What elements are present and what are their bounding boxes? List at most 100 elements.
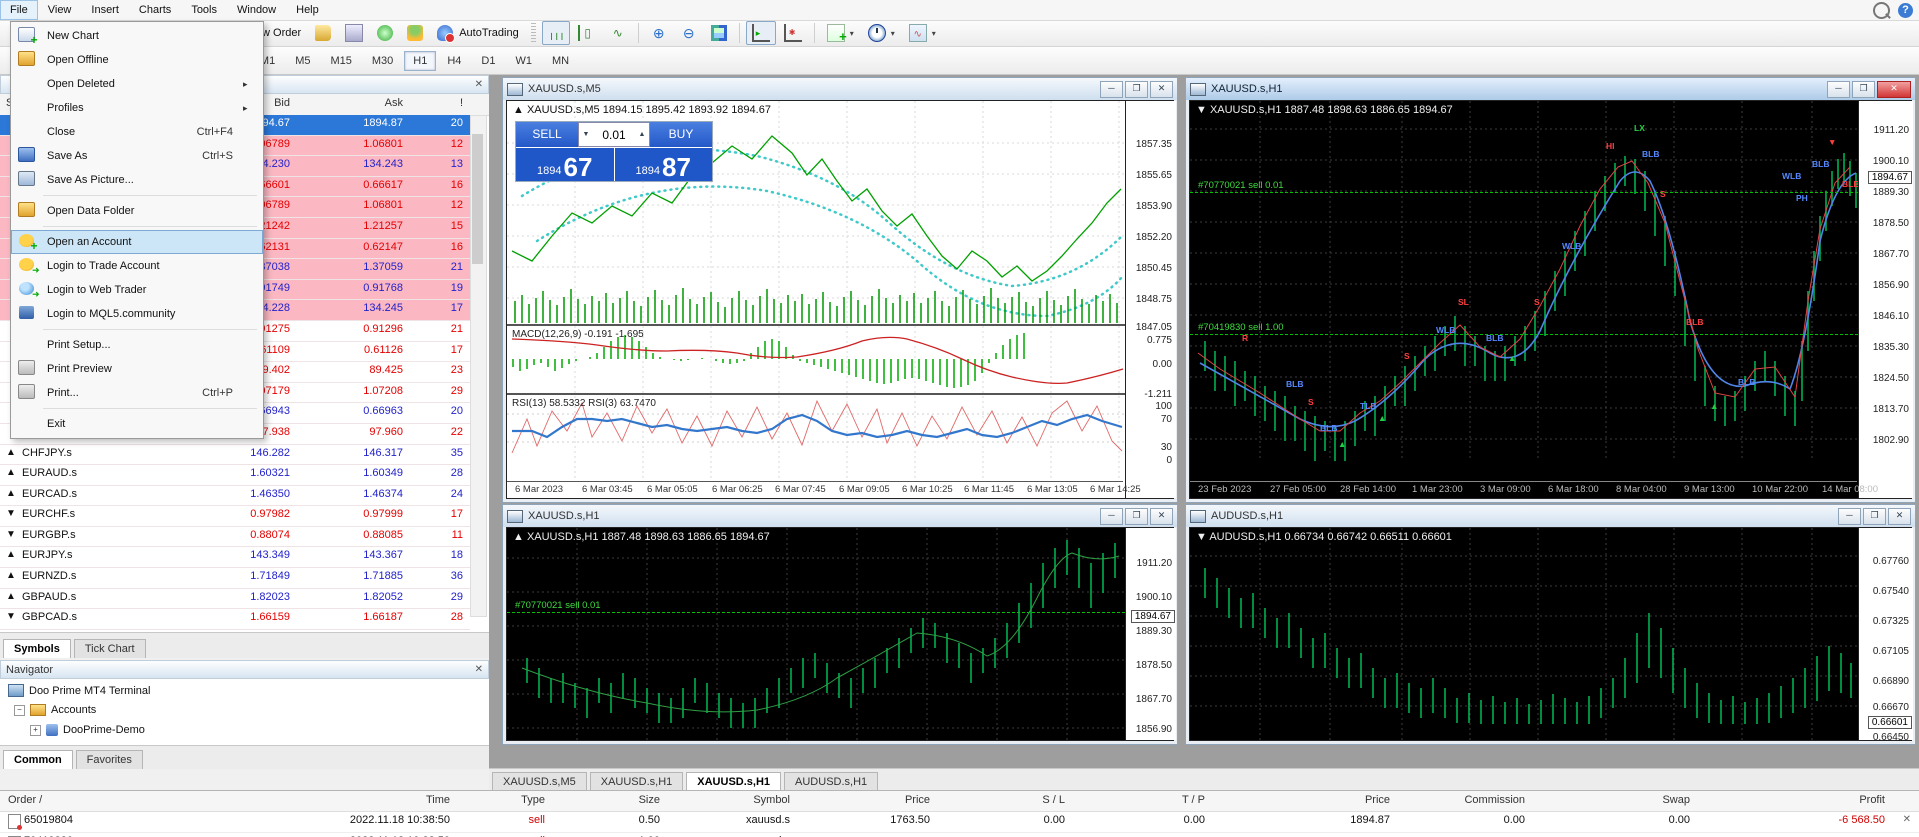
autotrading-button[interactable]: AutoTrading [431,21,525,45]
price-scale[interactable]: 1911.201900.101889.301878.501867.701856.… [1125,528,1176,740]
chart-shift-button[interactable] [778,21,808,45]
order-row[interactable]: 65019804 2022.11.18 10:38:50 sell 0.50 x… [0,811,1919,833]
menu-item[interactable]: Tools [181,0,227,20]
search-icon[interactable] [1873,2,1890,19]
close-button[interactable]: ✕ [1888,508,1911,525]
file-menu-item[interactable]: Login to Trade Account [11,254,263,278]
tree-node-accounts[interactable]: − Accounts [14,704,96,716]
timeframe-button[interactable]: H4 [438,51,470,71]
terminal-column-header[interactable]: Symbol [680,794,790,806]
market-watch-row[interactable]: ▲ EURCAD.s 1.46350 1.46374 24 [0,486,470,507]
bar-chart-button[interactable] [542,21,570,45]
close-button[interactable]: ✕ [1877,81,1911,98]
history-center-button[interactable] [309,21,337,45]
file-menu-item[interactable]: Open Deleted ▸ [11,72,263,96]
file-menu-item[interactable] [11,192,263,199]
price-scale[interactable]: 0.677600.675400.673250.671050.668900.666… [1858,528,1913,740]
timeframe-button[interactable]: D1 [472,51,504,71]
file-menu-item[interactable]: Exit [11,412,263,436]
file-menu-item[interactable] [11,326,263,333]
tile-windows-button[interactable] [705,21,733,45]
menu-item[interactable]: Charts [129,0,181,20]
minimize-button[interactable]: ─ [1100,508,1123,525]
market-watch-row[interactable]: ▲ CHFJPY.s 146.282 146.317 35 [0,445,470,466]
close-icon[interactable]: ✕ [475,79,483,90]
lot-size-stepper[interactable]: ▼ 0.01 ▲ [578,122,650,147]
terminal-column-header[interactable]: T / P [1090,794,1205,806]
terminal-column-header[interactable]: Price [1255,794,1390,806]
chart-tab[interactable]: XAUUSD.s,M5 [492,772,587,791]
terminal-column-header[interactable]: Type [465,794,545,806]
price-scale[interactable]: 1857.351855.651853.901852.201850.451848.… [1125,101,1176,498]
menu-item[interactable]: File [0,0,38,20]
chart-window-xauusd-h1[interactable]: XAUUSD.s,H1 ─ ❐ ✕ ▲ XAUUSD.s,H1 1887.48 … [502,504,1178,745]
zoom-out-button[interactable] [675,21,703,45]
market-watch-row[interactable]: ▲ EURNZD.s 1.71849 1.71885 36 [0,568,470,589]
timeframe-button[interactable]: H1 [404,51,436,71]
file-menu-item[interactable]: Open Offline [11,48,263,72]
zoom-in-button[interactable] [645,21,673,45]
terminal-column-header[interactable]: S / L [950,794,1065,806]
menu-item[interactable]: Insert [81,0,129,20]
order-row-partial[interactable]: 70419830 2022.11.18 10:38:50 sell 1.00 x… [0,832,1919,837]
terminal-column-header[interactable]: Order / [8,794,128,806]
buy-button[interactable]: BUY [650,122,712,147]
templates-button[interactable]: ▾ [903,21,942,45]
menu-item[interactable]: View [38,0,82,20]
restore-button[interactable]: ❐ [1125,508,1148,525]
market-watch-tab[interactable]: Symbols [3,639,71,658]
auto-scroll-button[interactable] [746,21,776,45]
signals-button[interactable] [371,21,399,45]
market-watch-row[interactable]: ▼ GBPCAD.s 1.66159 1.66187 28 [0,609,470,630]
market-watch-row[interactable]: ▲ EURAUD.s 1.60321 1.60349 28 [0,465,470,486]
file-menu-item[interactable]: Print Setup... [11,333,263,357]
chart-area[interactable]: ▼ XAUUSD.s,H1 1887.48 1898.63 1886.65 18… [1189,100,1912,499]
market-watch-row[interactable]: ▲ GBPAUD.s 1.82023 1.82052 29 [0,589,470,610]
close-button[interactable]: ✕ [1150,508,1173,525]
file-menu-item[interactable] [11,405,263,412]
timeframe-button[interactable]: M15 [321,51,360,71]
menu-item[interactable]: Help [286,0,329,20]
chart-window-xauusd-m5[interactable]: XAUUSD.s,M5 ─ ❐ ✕ ▲ XAUUSD.s,M5 1894.15 … [502,77,1178,503]
terminal-column-header[interactable]: Profit [1740,794,1885,806]
indicators-button[interactable]: ▾ [821,21,860,45]
minimize-button[interactable]: ─ [1100,81,1123,98]
terminal-button[interactable] [339,21,369,45]
lot-value[interactable]: 0.01 [593,128,635,142]
chart-title-bar[interactable]: XAUUSD.s,H1 ─ ❐ ✕ [503,505,1177,527]
chart-title-bar[interactable]: AUDUSD.s,H1 ─ ❐ ✕ [1186,505,1915,527]
position-line[interactable]: #70770021 sell 0.01 [507,612,1125,613]
sell-price[interactable]: 189467 [516,148,615,181]
terminal-column-header[interactable]: Size [560,794,660,806]
position-line[interactable]: #70770021 sell 0.01 [1190,192,1858,193]
market-watch-scrollbar[interactable] [470,115,487,617]
expert-advisors-button[interactable] [401,21,429,45]
minimize-button[interactable]: ─ [1827,81,1850,98]
chart-area[interactable]: ▲ XAUUSD.s,M5 1894.15 1895.42 1893.92 18… [506,100,1174,499]
chart-title-bar[interactable]: XAUUSD.s,H1 ─ ❐ ✕ [1186,78,1915,100]
position-line[interactable]: #70419830 sell 1.00 [1190,334,1858,335]
lot-increase-icon[interactable]: ▲ [635,131,649,138]
price-plot[interactable]: #70770021 sell 0.01 #70419830 sell 1.00 … [1190,101,1858,479]
restore-button[interactable]: ❐ [1125,81,1148,98]
price-scale[interactable]: 1911.201900.101889.301878.501867.701856.… [1858,101,1913,498]
expand-icon[interactable]: + [30,725,41,736]
file-menu-item[interactable]: New Chart [11,24,263,48]
chart-window-audusd-h1[interactable]: AUDUSD.s,H1 ─ ❐ ✕ ▼ AUDUSD.s,H1 0.66734 … [1185,504,1916,745]
terminal-column-header[interactable]: Price [810,794,930,806]
chart-tab[interactable]: XAUUSD.s,H1 [686,772,781,791]
file-menu-item[interactable]: Print Preview [11,357,263,381]
terminal-column-header[interactable]: Time [250,794,450,806]
file-menu-item[interactable]: Close Ctrl+F4 [11,120,263,144]
timeframe-button[interactable]: W1 [506,51,541,71]
buy-price[interactable]: 189487 [615,148,713,181]
file-menu-item[interactable]: Save As Ctrl+S [11,144,263,168]
time-scale[interactable]: 6 Mar 20236 Mar 03:456 Mar 05:056 Mar 06… [507,481,1123,498]
file-menu-item[interactable]: Open Data Folder [11,199,263,223]
file-menu-item[interactable]: Open an Account [11,230,263,254]
chart-tab[interactable]: AUDUSD.s,H1 [784,772,878,791]
timeframe-button[interactable]: M30 [363,51,402,71]
file-menu-item[interactable]: Login to Web Trader [11,278,263,302]
timeframe-button[interactable]: M5 [286,51,319,71]
market-watch-tab[interactable]: Tick Chart [74,639,146,658]
